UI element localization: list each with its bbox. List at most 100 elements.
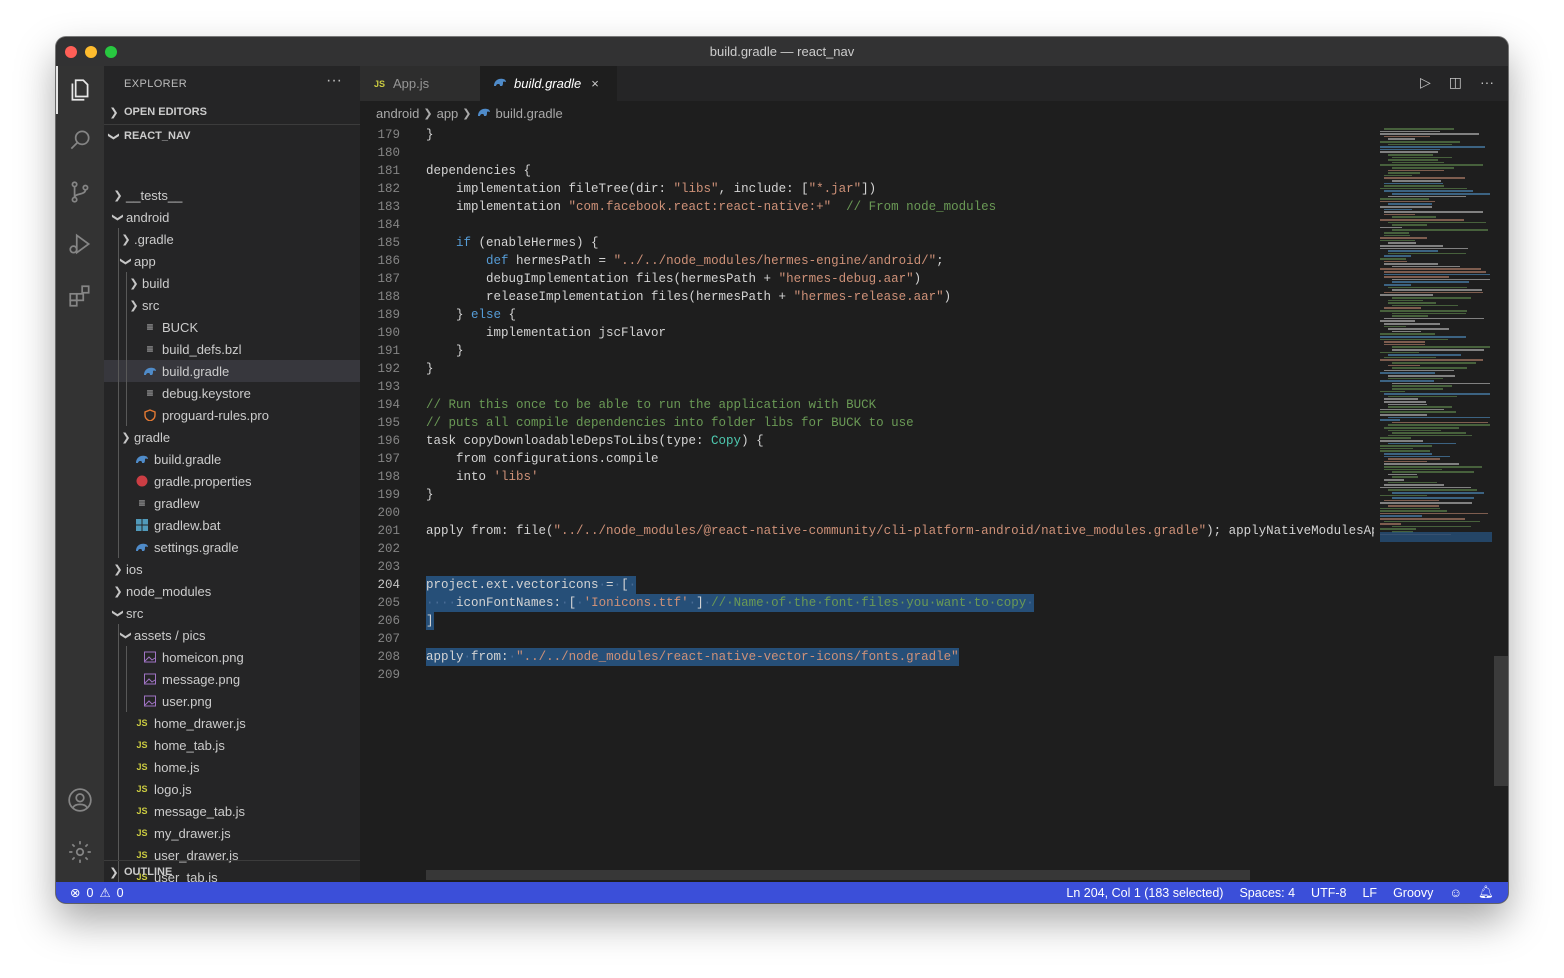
close-tab-icon[interactable]: × [591, 76, 599, 91]
horizontal-scrollbar[interactable] [426, 870, 1250, 880]
feedback-icon[interactable]: ☺ [1449, 886, 1462, 900]
code-line[interactable]: 204 project.ext.vectoricons·=·[· [360, 576, 1374, 594]
code-line[interactable]: 193 [360, 378, 1374, 396]
tree-folder[interactable]: ❯ src [104, 602, 360, 624]
code-line[interactable]: 205 ····iconFontNames:·[·'Ionicons.ttf'·]… [360, 594, 1374, 612]
tree-file[interactable]: JS home_tab.js [104, 734, 360, 756]
tab-build-gradle[interactable]: build.gradle × [480, 66, 617, 101]
code-line[interactable]: 206] [360, 612, 1374, 630]
tree-file[interactable]: ≡ build_defs.bzl [104, 338, 360, 360]
tree-file[interactable]: gradle.properties [104, 470, 360, 492]
code-line[interactable]: 200 [360, 504, 1374, 522]
tree-folder[interactable]: ❯ android [104, 206, 360, 228]
breadcrumb-item[interactable]: android [376, 106, 419, 121]
tree-file[interactable]: JS logo.js [104, 778, 360, 800]
code-editor[interactable]: 179} 180 181 dependencies {182 implementati… [360, 126, 1374, 874]
code-line[interactable]: 192} [360, 360, 1374, 378]
project-section[interactable]: ❯ REACT_NAV [104, 124, 360, 147]
tree-folder[interactable]: ❯ gradle [104, 426, 360, 448]
tree-folder[interactable]: ❯ __tests__ [104, 184, 360, 206]
encoding[interactable]: UTF-8 [1311, 886, 1346, 900]
tree-file[interactable]: build.gradle [104, 360, 360, 382]
run-icon[interactable]: ▷ [1420, 74, 1431, 91]
status-bar-right: Ln 204, Col 1 (183 selected) Spaces: 4 U… [1066, 885, 1494, 900]
code-line[interactable]: 195 // puts all compile dependencies into… [360, 414, 1374, 432]
minimap-line [1384, 190, 1473, 192]
code-line[interactable]: 201 apply from: file("../../node_modules/… [360, 522, 1374, 540]
tree-file[interactable]: JS message_tab.js [104, 800, 360, 822]
tree-folder[interactable]: ❯ node_modules [104, 580, 360, 602]
settings-gear-icon[interactable] [56, 828, 104, 876]
cursor-position[interactable]: Ln 204, Col 1 (183 selected) [1066, 886, 1223, 900]
tree-folder[interactable]: ❯ app [104, 250, 360, 272]
explorer-more-actions-button[interactable]: ··· [326, 72, 342, 90]
code-line[interactable]: 187 debugImplementation files(hermesPath… [360, 270, 1374, 288]
code-line[interactable]: 184 [360, 216, 1374, 234]
indentation[interactable]: Spaces: 4 [1239, 886, 1295, 900]
minimap[interactable] [1374, 126, 1494, 874]
tree-file[interactable]: JS home.js [104, 756, 360, 778]
scrollbar-thumb[interactable] [1494, 656, 1508, 786]
end-of-line[interactable]: LF [1362, 886, 1377, 900]
tree-folder[interactable]: ❯ src [104, 294, 360, 316]
code-line[interactable]: 196 task copyDownloadableDepsToLibs(type:… [360, 432, 1374, 450]
tree-file[interactable]: message.png [104, 668, 360, 690]
breadcrumb-item[interactable]: build.gradle [496, 106, 563, 121]
code-line[interactable]: 194 // Run this once to be able to run th… [360, 396, 1374, 414]
code-line[interactable]: 181 dependencies { [360, 162, 1374, 180]
notifications-bell-icon[interactable]: 🔔︎ [1478, 885, 1494, 900]
extensions-icon[interactable] [56, 272, 104, 320]
tree-file[interactable]: homeicon.png [104, 646, 360, 668]
tree-file[interactable]: proguard-rules.pro [104, 404, 360, 426]
tree-folder[interactable]: ❯ assets / pics [104, 624, 360, 646]
tree-file[interactable]: ≡ debug.keystore [104, 382, 360, 404]
problems-indicator[interactable]: ⊗ 0 ⚠ 0 [70, 885, 124, 901]
vertical-scrollbar[interactable] [1494, 126, 1508, 874]
code-line[interactable]: 197 from configurations.compile [360, 450, 1374, 468]
tree-file[interactable]: build.gradle [104, 448, 360, 470]
maximize-window-button[interactable] [105, 46, 117, 58]
split-editor-icon[interactable]: ◫ [1449, 74, 1462, 91]
outline-section[interactable]: ❯ OUTLINE [104, 860, 360, 883]
code-line[interactable]: 207 [360, 630, 1374, 648]
more-actions-icon[interactable]: ··· [1480, 74, 1494, 91]
tree-folder[interactable]: ❯ ios [104, 558, 360, 580]
code-line[interactable]: 180 [360, 144, 1374, 162]
tree-file[interactable]: gradlew.bat [104, 514, 360, 536]
source-control-icon[interactable] [56, 168, 104, 216]
account-icon[interactable] [56, 776, 104, 824]
warning-count: 0 [116, 885, 124, 900]
tree-file[interactable]: user.png [104, 690, 360, 712]
tree-file[interactable]: settings.gradle [104, 536, 360, 558]
code-line[interactable]: 203 [360, 558, 1374, 576]
code-line[interactable]: 179} [360, 126, 1374, 144]
code-line[interactable]: 208 apply·from:·"../../node_modules/react… [360, 648, 1374, 666]
tree-file[interactable]: JS my_drawer.js [104, 822, 360, 844]
tab-app-js[interactable]: JS App.js [360, 66, 494, 101]
code-line[interactable]: 199} [360, 486, 1374, 504]
code-line[interactable]: 209 [360, 666, 1374, 684]
code-line[interactable]: 198 into 'libs' [360, 468, 1374, 486]
code-line[interactable]: 202 [360, 540, 1374, 558]
breadcrumb-item[interactable]: app [437, 106, 459, 121]
code-line[interactable]: 185 if (enableHermes) { [360, 234, 1374, 252]
run-debug-icon[interactable] [56, 220, 104, 268]
code-line[interactable]: 183 implementation "com.facebook.react:r… [360, 198, 1374, 216]
close-window-button[interactable] [65, 46, 77, 58]
tree-file[interactable]: ≡ gradlew [104, 492, 360, 514]
tree-folder[interactable]: ❯ build [104, 272, 360, 294]
code-line[interactable]: 186 def hermesPath = "../../node_modules… [360, 252, 1374, 270]
open-editors-section[interactable]: ❯ OPEN EDITORS [104, 101, 360, 123]
minimize-window-button[interactable] [85, 46, 97, 58]
code-line[interactable]: 190 implementation jscFlavor [360, 324, 1374, 342]
code-line[interactable]: 182 implementation fileTree(dir: "libs",… [360, 180, 1374, 198]
code-line[interactable]: 188 releaseImplementation files(hermesPa… [360, 288, 1374, 306]
search-icon[interactable] [56, 116, 104, 164]
language-mode[interactable]: Groovy [1393, 886, 1433, 900]
tree-file[interactable]: ≡ BUCK [104, 316, 360, 338]
tree-folder[interactable]: ❯ .gradle [104, 228, 360, 250]
code-line[interactable]: 191 } [360, 342, 1374, 360]
explorer-icon[interactable] [56, 66, 104, 114]
tree-file[interactable]: JS home_drawer.js [104, 712, 360, 734]
code-line[interactable]: 189 } else { [360, 306, 1374, 324]
